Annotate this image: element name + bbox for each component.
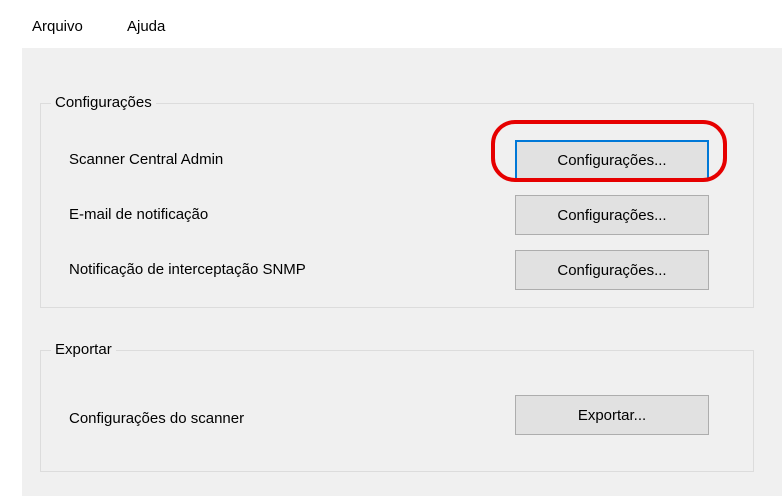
- export-button[interactable]: Exportar...: [515, 395, 709, 435]
- menu-item-arquivo[interactable]: Arquivo: [30, 18, 85, 35]
- highlight-annotation-ring: [491, 120, 727, 182]
- snmp-trap-notification-settings-button[interactable]: Configurações...: [515, 250, 709, 290]
- settings-window: Arquivo Ajuda Configurações Scanner Cent…: [22, 8, 782, 496]
- export-groupbox: Exportar Configurações do scanner Export…: [40, 341, 754, 472]
- settings-group-title: Configurações: [51, 94, 156, 111]
- scanner-central-admin-label: Scanner Central Admin: [69, 151, 224, 168]
- email-notification-label: E-mail de notificação: [69, 206, 209, 223]
- scanner-settings-label: Configurações do scanner: [69, 410, 245, 427]
- menu-item-ajuda[interactable]: Ajuda: [125, 18, 167, 35]
- snmp-trap-notification-label: Notificação de interceptação SNMP: [69, 261, 306, 278]
- email-notification-settings-button[interactable]: Configurações...: [515, 195, 709, 235]
- menu-bar: Arquivo Ajuda: [22, 8, 782, 48]
- export-group-title: Exportar: [51, 341, 116, 358]
